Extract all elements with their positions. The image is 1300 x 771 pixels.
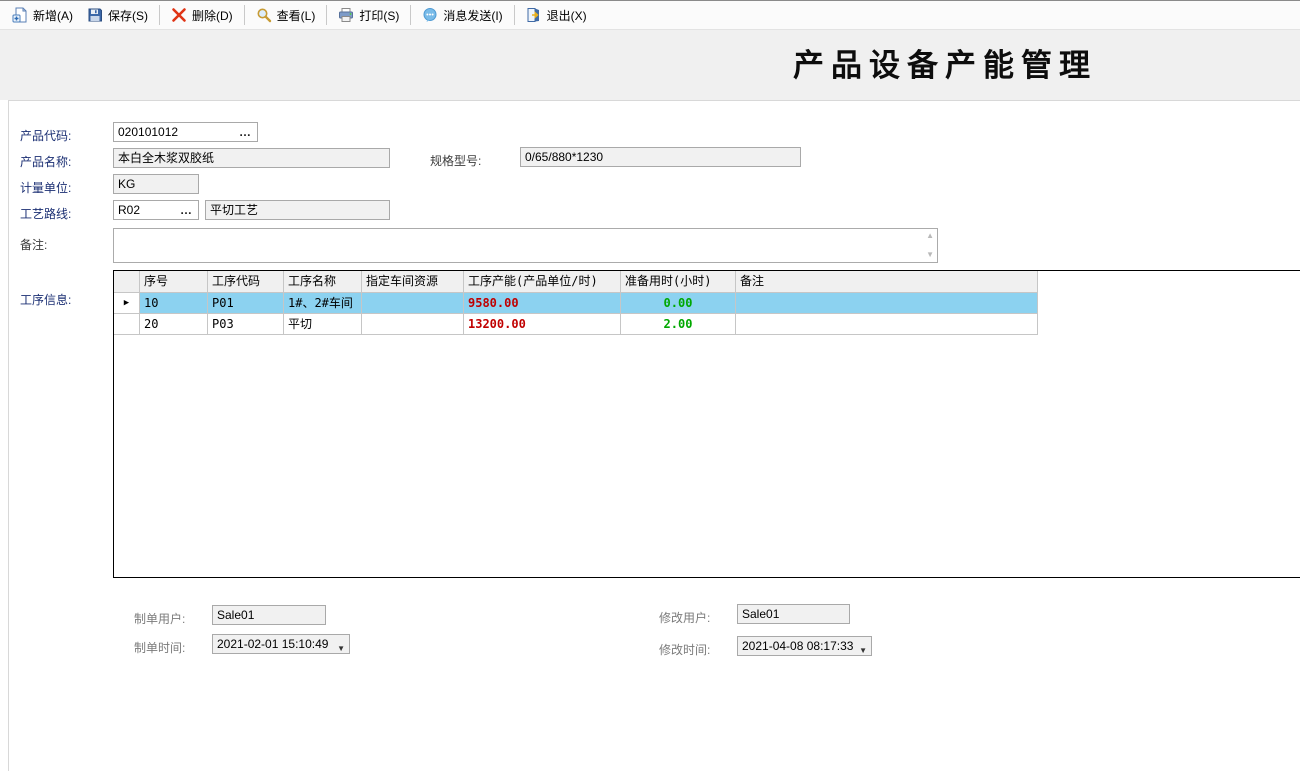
cell-workshop[interactable] <box>362 314 464 335</box>
col-header-prep-time[interactable]: 准备用时(小时) <box>621 271 736 293</box>
message-send-button-label: 消息发送(I) <box>443 7 502 24</box>
process-table: 序号 工序代码 工序名称 指定车间资源 工序产能(产品单位/时) 准备用时(小时… <box>113 270 1300 578</box>
cell-workshop[interactable] <box>362 293 464 314</box>
view-button[interactable]: 查看(L) <box>249 4 323 27</box>
row-selector-icon: ▶ <box>114 293 140 314</box>
toolbar-separator <box>159 5 160 25</box>
col-header-process-name[interactable]: 工序名称 <box>284 271 362 293</box>
cell-process-name[interactable]: 1#、2#车间 <box>284 293 362 314</box>
dropdown-arrow-icon[interactable]: ▼ <box>337 640 345 654</box>
creator-value: Sale01 <box>217 608 254 622</box>
save-button-label: 保存(S) <box>108 7 148 24</box>
new-icon <box>12 7 28 23</box>
save-icon <box>87 7 103 23</box>
product-code-value: 020101012 <box>118 125 178 139</box>
create-time-label: 制单时间: <box>134 639 185 656</box>
col-header-workshop[interactable]: 指定车间资源 <box>362 271 464 293</box>
cell-remark[interactable] <box>736 314 1038 335</box>
delete-button[interactable]: 删除(D) <box>164 4 240 27</box>
table-row[interactable]: ▶ 10 P01 1#、2#车间 9580.00 0.00 <box>114 293 1300 314</box>
cell-capacity[interactable]: 13200.00 <box>464 314 621 335</box>
product-name-value: 本白全木浆双胶纸 <box>118 151 214 165</box>
view-icon <box>256 7 272 23</box>
page-title: 产品设备产能管理 <box>793 40 1097 85</box>
table-header-row: 序号 工序代码 工序名称 指定车间资源 工序产能(产品单位/时) 准备用时(小时… <box>114 271 1300 293</box>
scroll-down-icon[interactable]: ▼ <box>926 251 934 259</box>
view-button-label: 查看(L) <box>277 7 316 24</box>
print-button[interactable]: 打印(S) <box>331 4 406 27</box>
cell-seq[interactable]: 20 <box>140 314 208 335</box>
message-icon <box>422 7 438 23</box>
cell-process-code[interactable]: P03 <box>208 314 284 335</box>
process-route-code-value: R02 <box>118 203 140 217</box>
process-route-label: 工艺路线: <box>20 205 71 222</box>
toolbar-separator <box>514 5 515 25</box>
delete-icon <box>171 7 187 23</box>
create-time-value: 2021-02-01 15:10:49 <box>217 637 328 651</box>
row-selector-cell <box>114 314 140 335</box>
spec-model-input[interactable]: 0/65/880*1230 <box>520 147 801 167</box>
col-header-seq[interactable]: 序号 <box>140 271 208 293</box>
cell-seq[interactable]: 10 <box>140 293 208 314</box>
unit-value: KG <box>118 177 135 191</box>
cell-capacity[interactable]: 9580.00 <box>464 293 621 314</box>
process-route-lookup-button[interactable]: … <box>180 201 193 219</box>
process-route-name-input[interactable]: 平切工艺 <box>205 200 390 220</box>
product-code-lookup-button[interactable]: … <box>239 123 252 141</box>
col-header-capacity[interactable]: 工序产能(产品单位/时) <box>464 271 621 293</box>
creator-label: 制单用户: <box>134 610 185 627</box>
cell-process-name[interactable]: 平切 <box>284 314 362 335</box>
remark-label: 备注: <box>20 236 47 253</box>
modifier-label: 修改用户: <box>659 609 710 626</box>
spec-model-label: 规格型号: <box>430 152 481 169</box>
process-route-code-input[interactable]: R02 … <box>113 200 199 220</box>
product-name-label: 产品名称: <box>20 153 71 170</box>
toolbar: 新增(A) 保存(S) 删除(D) 查看(L) 打印(S) 消息发送(I) <box>0 0 1300 30</box>
create-time-picker[interactable]: 2021-02-01 15:10:49 ▼ <box>212 634 350 654</box>
col-header-remark[interactable]: 备注 <box>736 271 1038 293</box>
unit-input[interactable]: KG <box>113 174 199 194</box>
toolbar-separator <box>244 5 245 25</box>
row-selector-header <box>114 271 140 293</box>
product-code-label: 产品代码: <box>20 127 71 144</box>
message-send-button[interactable]: 消息发送(I) <box>415 4 509 27</box>
delete-button-label: 删除(D) <box>192 7 233 24</box>
exit-button[interactable]: 退出(X) <box>519 4 594 27</box>
print-icon <box>338 7 354 23</box>
spec-model-value: 0/65/880*1230 <box>525 150 603 164</box>
modifier-value: Sale01 <box>742 607 779 621</box>
new-button-label: 新增(A) <box>33 7 73 24</box>
creator-input[interactable]: Sale01 <box>212 605 326 625</box>
modify-time-picker[interactable]: 2021-04-08 08:17:33 ▼ <box>737 636 872 656</box>
cell-prep-time[interactable]: 0.00 <box>621 293 736 314</box>
unit-label: 计量单位: <box>20 179 71 196</box>
table-row[interactable]: 20 P03 平切 13200.00 2.00 <box>114 314 1300 335</box>
save-button[interactable]: 保存(S) <box>80 4 155 27</box>
cell-process-code[interactable]: P01 <box>208 293 284 314</box>
scroll-up-icon[interactable]: ▲ <box>926 232 934 240</box>
process-table-label: 工序信息: <box>20 291 71 308</box>
cell-prep-time[interactable]: 2.00 <box>621 314 736 335</box>
modifier-input[interactable]: Sale01 <box>737 604 850 624</box>
col-header-process-code[interactable]: 工序代码 <box>208 271 284 293</box>
product-code-input[interactable]: 020101012 … <box>113 122 258 142</box>
product-name-input[interactable]: 本白全木浆双胶纸 <box>113 148 390 168</box>
title-band <box>0 30 1300 100</box>
process-route-name-value: 平切工艺 <box>210 203 258 217</box>
exit-button-label: 退出(X) <box>547 7 587 24</box>
modify-time-label: 修改时间: <box>659 641 710 658</box>
toolbar-separator <box>410 5 411 25</box>
dropdown-arrow-icon[interactable]: ▼ <box>859 642 867 656</box>
cell-remark[interactable] <box>736 293 1038 314</box>
new-button[interactable]: 新增(A) <box>5 4 80 27</box>
exit-icon <box>526 7 542 23</box>
print-button-label: 打印(S) <box>359 7 399 24</box>
remark-textarea[interactable]: ▲ ▼ <box>113 228 938 263</box>
toolbar-separator <box>326 5 327 25</box>
modify-time-value: 2021-04-08 08:17:33 <box>742 639 853 653</box>
